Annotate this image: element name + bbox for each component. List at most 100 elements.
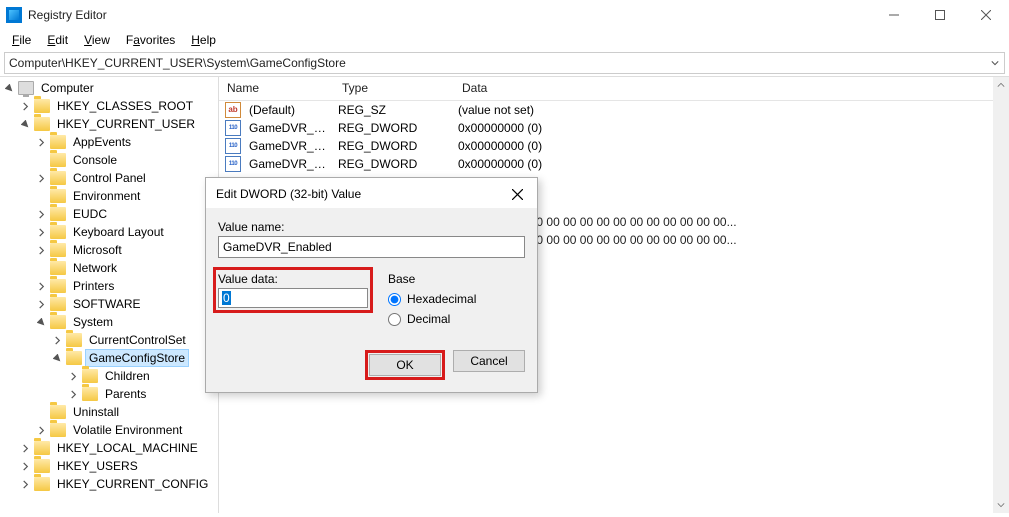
tree-label: Uninstall	[70, 404, 122, 420]
tree-system[interactable]: System	[0, 313, 218, 331]
value-name-field[interactable]	[218, 236, 525, 258]
base-dec-row[interactable]: Decimal	[388, 312, 525, 326]
cell-data: 0x00000000 (0)	[454, 121, 546, 135]
cell-data: 0x00000000 (0)	[454, 139, 546, 153]
address-dropdown-icon[interactable]	[986, 53, 1004, 73]
chevron-right-icon[interactable]	[18, 99, 32, 113]
folder-icon	[50, 207, 66, 221]
radio-hexadecimal[interactable]	[388, 293, 401, 306]
chevron-right-icon[interactable]	[34, 297, 48, 311]
chevron-right-icon[interactable]	[50, 333, 64, 347]
base-fieldset: Base Hexadecimal Decimal	[388, 272, 525, 332]
chevron-right-icon[interactable]	[34, 279, 48, 293]
chevron-right-icon[interactable]	[34, 243, 48, 257]
tree-microsoft[interactable]: Microsoft	[0, 241, 218, 259]
menubar: File Edit View Favorites Help	[0, 30, 1009, 50]
list-row[interactable]: GameDVR_EFSE...REG_DWORD0x00000000 (0)	[219, 137, 1009, 155]
scroll-down-icon[interactable]	[993, 497, 1009, 513]
chevron-right-icon[interactable]	[18, 459, 32, 473]
value-name-label: Value name:	[218, 220, 525, 234]
close-button[interactable]	[963, 0, 1009, 30]
tree-keyboard[interactable]: Keyboard Layout	[0, 223, 218, 241]
tree-console[interactable]: Console	[0, 151, 218, 169]
tree-label: Console	[70, 152, 120, 168]
edit-dword-dialog: Edit DWORD (32-bit) Value Value name: Va…	[205, 177, 538, 393]
column-data[interactable]: Data	[454, 77, 1009, 100]
radio-decimal[interactable]	[388, 313, 401, 326]
chevron-down-icon[interactable]	[34, 315, 48, 329]
tree-gcs-children[interactable]: Children	[0, 367, 218, 385]
cell-type: REG_DWORD	[334, 157, 454, 171]
chevron-right-icon[interactable]	[66, 387, 80, 401]
cell-data: 0x00000000 (0)	[454, 157, 546, 171]
folder-icon	[34, 99, 50, 113]
menu-edit[interactable]: Edit	[39, 31, 76, 49]
tree-pane[interactable]: Computer HKEY_CLASSES_ROOT HKEY_CURRENT_…	[0, 77, 219, 513]
tree-controlpanel[interactable]: Control Panel	[0, 169, 218, 187]
chevron-right-icon[interactable]	[34, 135, 48, 149]
menu-favorites[interactable]: Favorites	[118, 31, 183, 49]
maximize-button[interactable]	[917, 0, 963, 30]
highlight-box-ok: OK	[365, 350, 445, 380]
tree-label: Control Panel	[70, 170, 149, 186]
list-row[interactable]: GameDVR_DXGI...REG_DWORD0x00000000 (0)	[219, 119, 1009, 137]
chevron-right-icon[interactable]	[34, 171, 48, 185]
tree-uninstall[interactable]: Uninstall	[0, 403, 218, 421]
scrollbar-vertical[interactable]	[993, 77, 1009, 513]
value-data-field[interactable]: 0	[218, 288, 368, 308]
string-value-icon	[225, 102, 241, 118]
folder-icon	[50, 135, 66, 149]
dialog-titlebar[interactable]: Edit DWORD (32-bit) Value	[206, 178, 537, 208]
tree-volatile[interactable]: Volatile Environment	[0, 421, 218, 439]
menu-file[interactable]: File	[4, 31, 39, 49]
titlebar: Registry Editor	[0, 0, 1009, 30]
minimize-button[interactable]	[871, 0, 917, 30]
tree-printers[interactable]: Printers	[0, 277, 218, 295]
tree-hklm[interactable]: HKEY_LOCAL_MACHINE	[0, 439, 218, 457]
tree-appevents[interactable]: AppEvents	[0, 133, 218, 151]
menu-view[interactable]: View	[76, 31, 118, 49]
tree-computer[interactable]: Computer	[0, 79, 218, 97]
list-row[interactable]: GameDVR_Enabl...REG_DWORD0x00000000 (0)	[219, 155, 1009, 173]
chevron-right-icon[interactable]	[66, 369, 80, 383]
tree-hku[interactable]: HKEY_USERS	[0, 457, 218, 475]
tree-environment[interactable]: Environment	[0, 187, 218, 205]
address-text[interactable]: Computer\HKEY_CURRENT_USER\System\GameCo…	[5, 54, 986, 72]
dialog-close-button[interactable]	[505, 184, 529, 204]
tree-eudc[interactable]: EUDC	[0, 205, 218, 223]
chevron-right-icon[interactable]	[34, 207, 48, 221]
tree-software[interactable]: SOFTWARE	[0, 295, 218, 313]
base-hex-row[interactable]: Hexadecimal	[388, 292, 525, 306]
radio-hex-label: Hexadecimal	[407, 292, 476, 306]
folder-icon	[82, 369, 98, 383]
list-header: Name Type Data	[219, 77, 1009, 101]
folder-icon	[50, 279, 66, 293]
tree-label: Network	[70, 260, 120, 276]
tree-ccs[interactable]: CurrentControlSet	[0, 331, 218, 349]
column-name[interactable]: Name	[219, 77, 334, 100]
chevron-right-icon[interactable]	[18, 477, 32, 491]
tree-label: Microsoft	[70, 242, 125, 258]
tree-hkcu[interactable]: HKEY_CURRENT_USER	[0, 115, 218, 133]
tree-label: HKEY_USERS	[54, 458, 141, 474]
tree-network[interactable]: Network	[0, 259, 218, 277]
chevron-down-icon[interactable]	[50, 351, 64, 365]
tree-gcs-parents[interactable]: Parents	[0, 385, 218, 403]
list-row[interactable]: (Default)REG_SZ(value not set)	[219, 101, 1009, 119]
address-bar[interactable]: Computer\HKEY_CURRENT_USER\System\GameCo…	[4, 52, 1005, 74]
scroll-up-icon[interactable]	[993, 77, 1009, 93]
ok-button[interactable]: OK	[369, 354, 441, 376]
folder-icon	[34, 117, 50, 131]
chevron-right-icon[interactable]	[34, 423, 48, 437]
chevron-down-icon[interactable]	[18, 117, 32, 131]
tree-hkcr[interactable]: HKEY_CLASSES_ROOT	[0, 97, 218, 115]
tree-gcs[interactable]: GameConfigStore	[0, 349, 218, 367]
chevron-down-icon[interactable]	[2, 81, 16, 95]
tree-label: Parents	[102, 386, 149, 402]
menu-help[interactable]: Help	[183, 31, 224, 49]
chevron-right-icon[interactable]	[18, 441, 32, 455]
chevron-right-icon[interactable]	[34, 225, 48, 239]
column-type[interactable]: Type	[334, 77, 454, 100]
cancel-button[interactable]: Cancel	[453, 350, 525, 372]
tree-hkcc[interactable]: HKEY_CURRENT_CONFIG	[0, 475, 218, 493]
